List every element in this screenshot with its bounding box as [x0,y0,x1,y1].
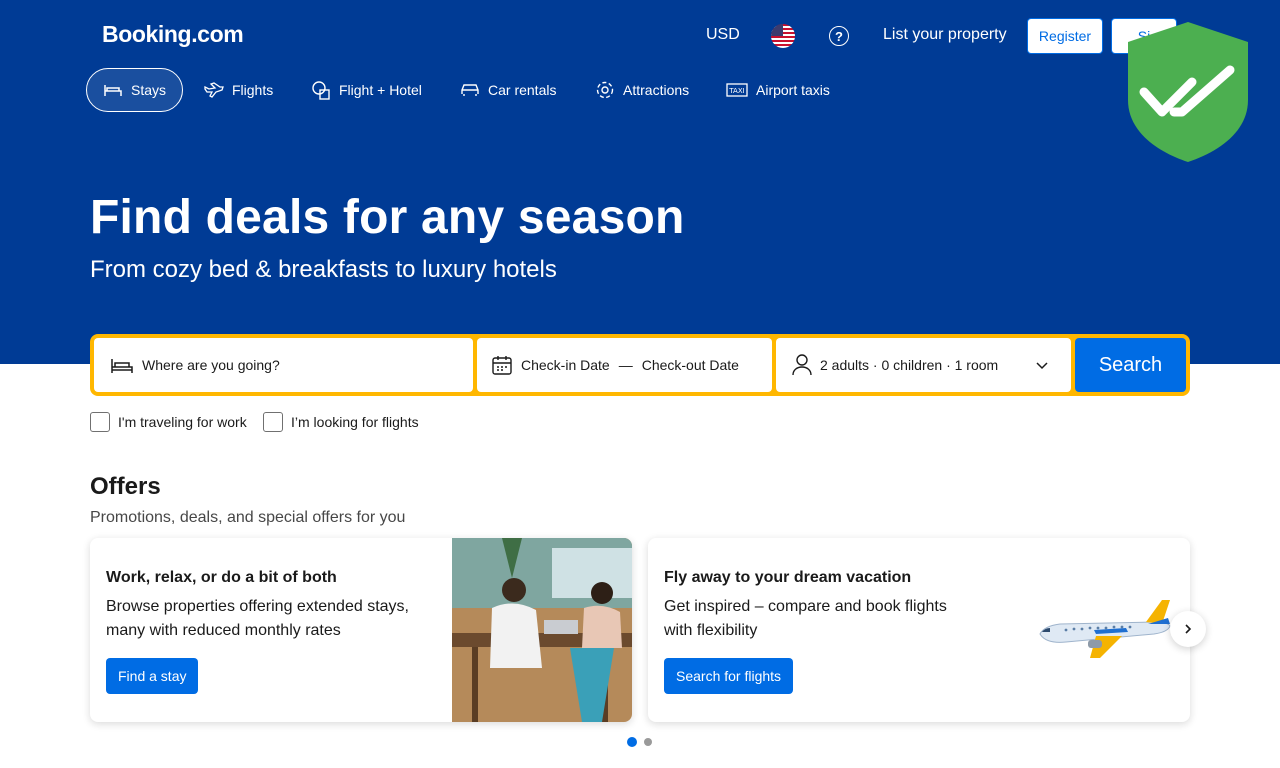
chevron-right-icon [1185,624,1192,634]
search-button[interactable]: Search [1075,338,1186,392]
chevron-down-icon [1036,362,1048,370]
calendar-icon [492,356,512,375]
nav-label: Attractions [623,82,690,98]
car-icon [461,84,479,96]
nav-label: Flight + Hotel [339,82,422,98]
us-flag-icon[interactable] [771,24,795,48]
register-button[interactable]: Register [1027,18,1103,54]
nav-car-rentals[interactable]: Car rentals [460,68,556,112]
guests-field[interactable]: 2 adults · 0 children · 1 room [776,338,1071,392]
top-bar: USD ? List your property Register Si [0,18,1280,54]
hero-banner [0,0,1280,364]
list-property-link[interactable]: List your property [883,26,1007,44]
offer-card-text: Browse properties offering extended stay… [106,598,409,639]
checkin-date: Check-in Date [521,357,610,373]
hero-title: Find deals for any season [90,191,685,244]
flights-option[interactable]: I’m looking for flights [263,412,419,432]
nav-flight-hotel[interactable]: Flight + Hotel [311,68,422,112]
carousel-dot[interactable] [627,737,637,747]
work-relax-photo [452,538,632,722]
destination-placeholder: Where are you going? [142,357,280,373]
offer-card-text: Get inspired – compare and book flights … [664,598,947,639]
checkout-date: Check-out Date [641,357,739,373]
nav-attractions[interactable]: Attractions [595,68,689,112]
search-flights-button[interactable]: Search for flights [664,658,794,694]
nav-stays[interactable]: Stays [86,68,184,112]
find-stay-button[interactable]: Find a stay [106,658,199,694]
work-travel-label: I'm traveling for work [118,414,247,430]
flights-label: I’m looking for flights [291,414,419,430]
guests-summary: 2 adults · 0 children · 1 room [820,357,999,373]
nav-label: Stays [131,82,167,98]
nav-label: Car rentals [488,82,557,98]
hero-subtitle: From cozy bed & breakfasts to luxury hot… [90,256,557,283]
date-picker-field[interactable]: Check-in Date — Check-out Date [477,338,772,392]
person-icon [792,354,812,376]
currency-selector[interactable]: USD [706,26,740,44]
search-bar: Where are you going? Check-in Date — Che… [90,334,1190,396]
airplane-illustration [1039,600,1171,658]
nav-label: Airport taxis [756,82,830,98]
offers-subtitle: Promotions, deals, and special offers fo… [90,509,406,526]
plane-icon [204,82,224,98]
offer-card-title: Work, relax, or do a bit of both [106,569,337,586]
offer-card-flights[interactable]: Fly away to your dream vacation Get insp… [648,538,1190,722]
carousel-dot[interactable] [644,738,652,746]
work-travel-option[interactable]: I'm traveling for work [90,412,247,432]
nav-airport-taxis[interactable]: TAXI Airport taxis [726,68,830,112]
offer-card-extended-stays[interactable]: Work, relax, or do a bit of both Browse … [90,538,632,722]
carousel-next-button[interactable] [1170,611,1206,647]
date-separator: — [618,357,633,373]
nav-label: Flights [232,82,274,98]
attractions-icon [596,81,614,99]
bed-icon [104,85,122,96]
help-icon[interactable]: ? [829,26,849,46]
flights-checkbox[interactable] [263,412,283,432]
offer-card-title: Fly away to your dream vacation [664,569,912,586]
carousel-pagination [627,737,653,747]
offers-heading: Offers [90,473,161,500]
destination-field[interactable]: Where are you going? [94,338,473,392]
taxi-icon: TAXI [726,83,748,97]
svg-text:TAXI: TAXI [728,87,744,95]
shield-check-icon [1128,22,1248,162]
bed-icon [111,359,133,373]
work-travel-checkbox[interactable] [90,412,110,432]
flight-hotel-icon [312,81,330,100]
nav-flights[interactable]: Flights [204,68,273,112]
